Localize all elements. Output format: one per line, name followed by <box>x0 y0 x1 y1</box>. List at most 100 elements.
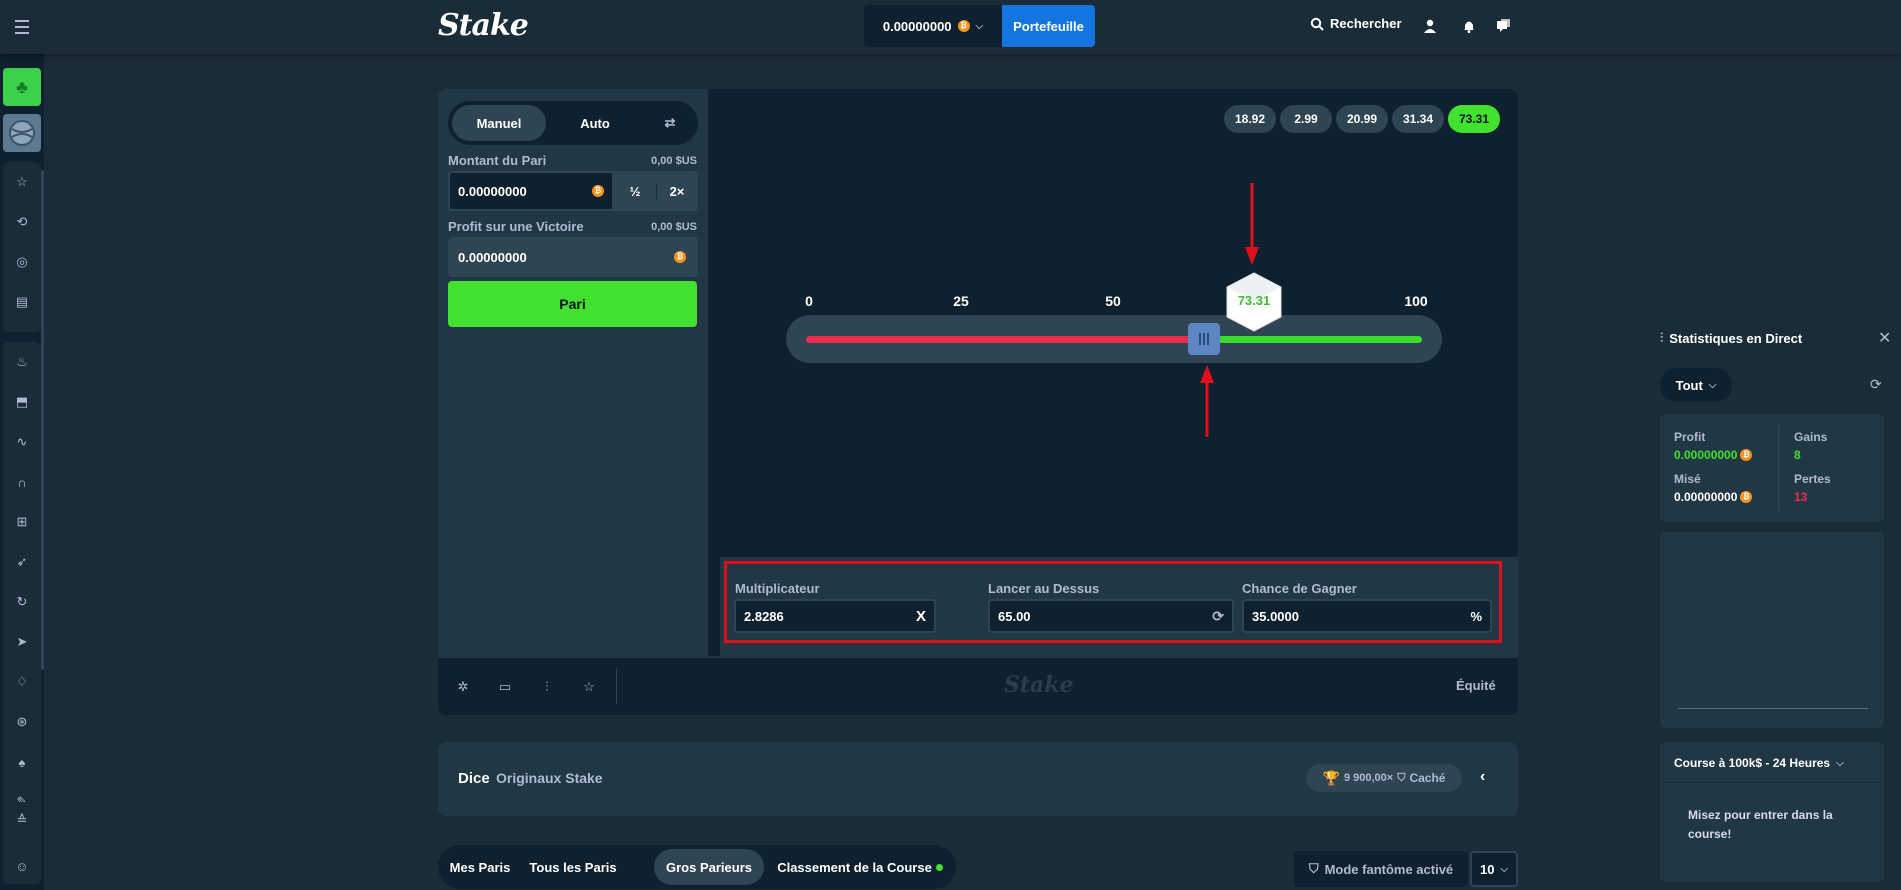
stats-summary-card: Profit 0.00000000 ₿ Misé 0.00000000 ₿ Ga… <box>1660 414 1884 522</box>
search-button[interactable]: Rechercher <box>1310 16 1402 31</box>
wagered-stat: 0.00000000 ₿ <box>1674 490 1753 504</box>
race-card: Course à 100k$ - 24 Heures ⌵ Misez pour … <box>1660 742 1884 882</box>
menu-icon[interactable] <box>10 14 36 40</box>
divider <box>1660 782 1884 783</box>
game-info-bar: Dice Originaux Stake 🏆 9 900,00× ⛉ Caché… <box>438 742 1518 816</box>
bitcoin-icon: ₿ <box>674 251 686 263</box>
profit-usd: 0,00 $US <box>651 221 697 233</box>
chevron-left-icon[interactable]: ‹ <box>1480 768 1485 786</box>
poker-chip-icon[interactable]: ⊛ <box>3 702 41 742</box>
win-chance-label: Chance de Gagner <box>1242 581 1357 596</box>
wallet-button[interactable]: Portefeuille <box>1002 5 1095 47</box>
settings-gear-icon[interactable]: ✲ <box>454 678 472 696</box>
tab-all-bets[interactable]: Tous les Paris <box>520 849 626 885</box>
history-pill[interactable]: 2.99 <box>1280 105 1332 133</box>
max-win-badge[interactable]: 🏆 9 900,00× ⛉ Caché <box>1306 764 1462 792</box>
bet-amount-input[interactable]: 0.00000000 ₿ <box>448 171 614 211</box>
bet-amount-label: Montant du Pari <box>448 153 547 168</box>
sidebar-group-2: ♨ ⬒ ∿ ∩ ⊞ ➶ ↻ ➤ ♢ ⊛ ♠ ✎ <box>3 342 41 862</box>
bet-button[interactable]: Pari <box>448 281 697 327</box>
tab-race-leaderboard[interactable]: Classement de la Course <box>770 849 950 885</box>
target-icon[interactable]: ◎ <box>3 242 41 282</box>
flame-icon[interactable]: ♢ <box>3 662 41 702</box>
race-description: Misez pour entrer dans la course! <box>1688 808 1833 841</box>
store-icon[interactable]: ▤ <box>3 282 41 322</box>
notification-bell-icon[interactable] <box>1459 16 1479 36</box>
ghost-mode-toggle[interactable]: ⛉ Mode fantôme activé <box>1294 851 1468 887</box>
star-icon[interactable]: ☆ <box>3 162 41 202</box>
balance-value: 0.00000000 <box>882 18 952 34</box>
double-button[interactable]: 2× <box>657 172 697 210</box>
refresh-icon[interactable]: ⟳ <box>1212 608 1224 625</box>
slider-lose-zone <box>806 336 1204 343</box>
casino-card-icon[interactable]: ♣ <box>3 68 41 106</box>
left-sidebar: ♣ ☆ ⟲ ◎ ▤ ♨ ⬒ ∿ ∩ ⊞ ➶ ↻ ➤ ♢ ⊛ ♠ ✎ ≙ ☺ <box>0 54 44 890</box>
cards-icon[interactable]: ♠ <box>3 742 41 782</box>
page-size-select[interactable]: 10 ⌵ <box>1470 851 1518 887</box>
stats-filter-select[interactable]: Tout ⌵ <box>1660 368 1732 402</box>
multiplier-label: Multiplicateur <box>735 581 820 596</box>
max-win-value: 9 900,00× <box>1343 772 1394 784</box>
live-stats-title: Statistiques en Direct <box>1669 330 1803 346</box>
history-pill-latest[interactable]: 73.31 <box>1448 105 1500 133</box>
tick-label: 0 <box>805 293 813 309</box>
user-icon[interactable] <box>1420 16 1440 36</box>
swap-icon[interactable]: ⇄ <box>648 105 692 141</box>
roll-over-input[interactable]: 65.00 ⟳ <box>988 599 1234 633</box>
half-button[interactable]: ½ <box>614 172 656 210</box>
tab-high-rollers[interactable]: Gros Parieurs <box>654 849 764 885</box>
trend-icon[interactable]: ∿ <box>3 422 41 462</box>
slider-handle[interactable] <box>1187 323 1220 355</box>
history-pill[interactable]: 20.99 <box>1336 105 1388 133</box>
spin-icon[interactable]: ↻ <box>3 582 41 622</box>
rocket-icon[interactable]: ➶ <box>3 542 41 582</box>
balance-selector[interactable]: 0.00000000 ₿ ⌵ <box>864 5 1002 47</box>
game-category-link[interactable]: Originaux Stake <box>496 770 603 786</box>
headphones-icon[interactable]: ∩ <box>3 462 41 502</box>
theatre-mode-icon[interactable]: ▭ <box>496 678 514 696</box>
bets-tabs: Mes Paris Tous les Paris Gros Parieurs C… <box>438 845 956 889</box>
race-header[interactable]: Course à 100k$ - 24 Heures ⌵ <box>1674 756 1844 770</box>
losses-stat-value: 13 <box>1794 490 1808 504</box>
profit-stat: 0.00000000 ₿ <box>1674 448 1753 462</box>
profit-chart-card <box>1660 532 1884 728</box>
win-chance-input[interactable]: 35.0000 % <box>1242 599 1492 633</box>
chevron-down-icon: ⌵ <box>1836 757 1844 769</box>
history-icon[interactable]: ⟲ <box>3 202 41 242</box>
multiplier-x-icon: X <box>915 607 926 625</box>
history-pill[interactable]: 31.34 <box>1392 105 1444 133</box>
dice-game-panel: Manuel Auto ⇄ Montant du Pari 0,00 $US 0… <box>438 89 1518 715</box>
stack-icon[interactable]: ≙ <box>3 802 41 838</box>
live-dot-icon <box>935 863 943 871</box>
gift-icon[interactable]: ⊞ <box>3 502 41 542</box>
reset-icon[interactable]: ⟳ <box>1870 376 1882 393</box>
close-icon[interactable]: ✕ <box>1878 328 1891 348</box>
ghost-icon: ⛉ <box>1308 861 1319 876</box>
multiplier-input[interactable]: 2.8286 X <box>734 599 936 633</box>
wagered-stat-label: Misé <box>1674 472 1701 486</box>
tab-auto[interactable]: Auto <box>548 105 642 141</box>
profit-input[interactable]: 0.00000000 ₿ <box>448 237 698 277</box>
user-settings-icon[interactable]: ☺ <box>3 848 41 884</box>
sports-ball-icon[interactable] <box>3 114 41 152</box>
history-pill[interactable]: 18.92 <box>1224 105 1276 133</box>
game-name: Dice <box>458 770 490 787</box>
favorite-star-icon[interactable]: ☆ <box>580 678 598 696</box>
sidebar-scrollbar[interactable] <box>41 170 44 670</box>
chevron-down-icon: ⌵ <box>1708 379 1717 391</box>
chat-icon[interactable] <box>1493 16 1513 36</box>
race-tab-label: Classement de la Course <box>777 859 932 875</box>
bitcoin-icon: ₿ <box>1740 491 1753 503</box>
fairness-link[interactable]: Équité <box>1456 678 1496 693</box>
tab-manual[interactable]: Manuel <box>452 105 546 141</box>
bookmark-icon[interactable]: ⬒ <box>3 382 41 422</box>
stake-logo[interactable]: Stake <box>438 8 529 43</box>
chevron-down-icon: ⌵ <box>975 20 984 32</box>
stats-chart-icon[interactable]: ⫶ <box>538 678 556 696</box>
fire-icon[interactable]: ♨ <box>3 342 41 382</box>
game-footer: ✲ ▭ ⫶ ☆ Stake Équité <box>438 656 1518 715</box>
bet-amount-group: 0.00000000 ₿ ½ 2× <box>448 171 698 211</box>
tab-my-bets[interactable]: Mes Paris <box>444 849 516 885</box>
tick-label: 100 <box>1404 293 1428 309</box>
plane-icon[interactable]: ➤ <box>3 622 41 662</box>
